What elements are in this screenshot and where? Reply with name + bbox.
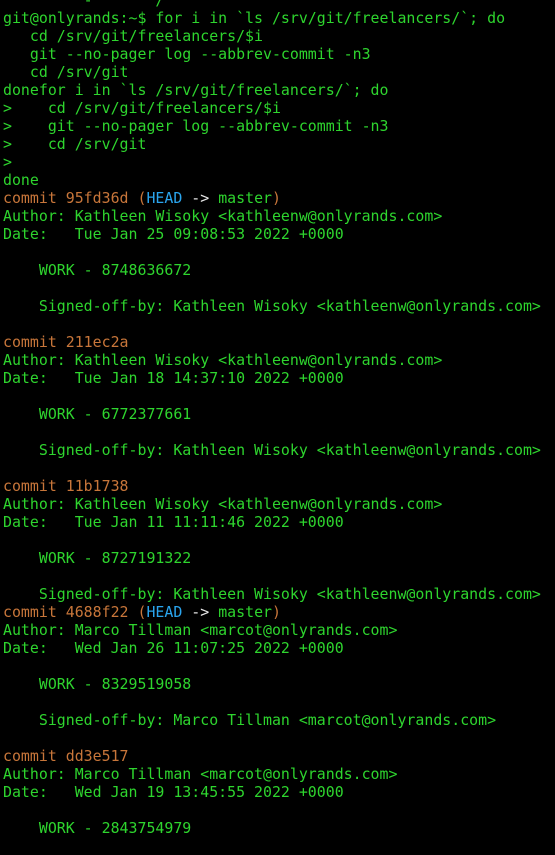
terminal-line: > git --no-pager log --abbrev-commit -n3: [3, 117, 555, 135]
terminal-text: master: [218, 603, 272, 621]
terminal-line: git@onlyrands:~$ for i in `ls /srv/git/f…: [3, 9, 555, 27]
terminal-text: Signed-off-by: Marco Tillman <marcot@onl…: [3, 711, 497, 729]
terminal-line: - /: [3, 0, 555, 9]
terminal-line: WORK - 8748636672: [3, 261, 555, 279]
terminal-line: Author: Marco Tillman <marcot@onlyrands.…: [3, 621, 555, 639]
terminal-line: >: [3, 153, 555, 171]
terminal-output[interactable]: - / git@onlyrands:~$ for i in `ls /srv/g…: [3, 0, 555, 855]
terminal-text: ): [272, 189, 281, 207]
terminal-text: cd /srv/git/freelancers/$i: [3, 27, 263, 45]
terminal-line: commit dd3e517: [3, 747, 555, 765]
terminal-line: commit 211ec2a: [3, 333, 555, 351]
terminal-text: donefor i in `ls /srv/git/freelancers/`;…: [3, 81, 389, 99]
terminal-text: cd /srv/git: [3, 63, 129, 81]
terminal-text: Author: Kathleen Wisoky <kathleenw@onlyr…: [3, 351, 443, 369]
terminal-line: WORK - 8727191322: [3, 549, 555, 567]
terminal-line: Author: Marco Tillman <marcot@onlyrands.…: [3, 765, 555, 783]
terminal-line: cd /srv/git: [3, 63, 555, 81]
terminal-text: Date: Tue Jan 11 11:11:46 2022 +0000: [3, 513, 344, 531]
terminal-text: commit 211ec2a: [3, 333, 129, 351]
terminal-text: commit 95fd36d (: [3, 189, 147, 207]
terminal-text: WORK - 6772377661: [3, 405, 192, 423]
terminal-line: > cd /srv/git/freelancers/$i: [3, 99, 555, 117]
terminal-line: git --no-pager log --abbrev-commit -n3: [3, 45, 555, 63]
terminal-text: Date: Wed Jan 19 13:45:55 2022 +0000: [3, 783, 344, 801]
terminal-line: Date: Wed Jan 19 13:45:55 2022 +0000: [3, 783, 555, 801]
terminal-text: WORK - 2843754979: [3, 819, 192, 837]
terminal-text: Author: Kathleen Wisoky <kathleenw@onlyr…: [3, 207, 443, 225]
terminal-text: Signed-off-by: Kathleen Wisoky <kathleen…: [3, 441, 541, 459]
terminal-text: Author: Marco Tillman <marcot@onlyrands.…: [3, 765, 398, 783]
terminal-text: Signed-off-by: Kathleen Wisoky <kathleen…: [3, 297, 541, 315]
terminal-line: commit 11b1738: [3, 477, 555, 495]
terminal-line: donefor i in `ls /srv/git/freelancers/`;…: [3, 81, 555, 99]
terminal-line: Author: Kathleen Wisoky <kathleenw@onlyr…: [3, 207, 555, 225]
terminal-text: commit 4688f22 (: [3, 603, 147, 621]
terminal-line: Date: Tue Jan 11 11:11:46 2022 +0000: [3, 513, 555, 531]
terminal-text: >: [3, 153, 12, 171]
terminal-text: WORK - 8329519058: [3, 675, 192, 693]
terminal-text: Author: Kathleen Wisoky <kathleenw@onlyr…: [3, 495, 443, 513]
terminal-text: HEAD: [146, 189, 183, 207]
terminal-line: WORK - 6772377661: [3, 405, 555, 423]
terminal-line: Signed-off-by: Kathleen Wisoky <kathleen…: [3, 585, 555, 603]
terminal-text: git@onlyrands:~$ for i in `ls /srv/git/f…: [3, 9, 506, 27]
terminal-text: ->: [182, 189, 219, 207]
terminal-line: cd /srv/git/freelancers/$i: [3, 27, 555, 45]
terminal-text: > git --no-pager log --abbrev-commit -n3: [3, 117, 389, 135]
terminal-text: > cd /srv/git/freelancers/$i: [3, 99, 281, 117]
terminal-text: WORK - 8727191322: [3, 549, 192, 567]
terminal-line: Date: Tue Jan 18 14:37:10 2022 +0000: [3, 369, 555, 387]
terminal-line: commit 4688f22 (HEAD -> master): [3, 603, 555, 621]
terminal-text: ->: [182, 603, 219, 621]
terminal-text: > cd /srv/git: [3, 135, 147, 153]
terminal-text: commit 11b1738: [3, 477, 129, 495]
terminal-text: Author: Marco Tillman <marcot@onlyrands.…: [3, 621, 398, 639]
terminal-line: Author: Kathleen Wisoky <kathleenw@onlyr…: [3, 495, 555, 513]
terminal-text: - /: [3, 0, 219, 9]
terminal-text: Date: Tue Jan 25 09:08:53 2022 +0000: [3, 225, 344, 243]
terminal-text: git --no-pager log --abbrev-commit -n3: [3, 45, 371, 63]
terminal-line: Signed-off-by: Kathleen Wisoky <kathleen…: [3, 441, 555, 459]
terminal-line: Date: Tue Jan 25 09:08:53 2022 +0000: [3, 225, 555, 243]
terminal-line: Author: Kathleen Wisoky <kathleenw@onlyr…: [3, 351, 555, 369]
terminal-text: ): [272, 603, 281, 621]
terminal-line: > cd /srv/git: [3, 135, 555, 153]
terminal-line: commit 95fd36d (HEAD -> master): [3, 189, 555, 207]
terminal-text: commit dd3e517: [3, 747, 129, 765]
terminal-text: done: [3, 171, 39, 189]
terminal-text: Date: Tue Jan 18 14:37:10 2022 +0000: [3, 369, 344, 387]
terminal-line: Signed-off-by: Kathleen Wisoky <kathleen…: [3, 297, 555, 315]
terminal-line: done: [3, 171, 555, 189]
terminal-line: Date: Wed Jan 26 11:07:25 2022 +0000: [3, 639, 555, 657]
terminal-text: WORK - 8748636672: [3, 261, 192, 279]
terminal-text: HEAD: [146, 603, 183, 621]
terminal-line: WORK - 2843754979: [3, 819, 555, 837]
terminal-line: Signed-off-by: Marco Tillman <marcot@onl…: [3, 711, 555, 729]
terminal-text: Date: Wed Jan 26 11:07:25 2022 +0000: [3, 639, 344, 657]
terminal-text: Signed-off-by: Kathleen Wisoky <kathleen…: [3, 585, 541, 603]
terminal-line: WORK - 8329519058: [3, 675, 555, 693]
terminal-text: master: [218, 189, 272, 207]
